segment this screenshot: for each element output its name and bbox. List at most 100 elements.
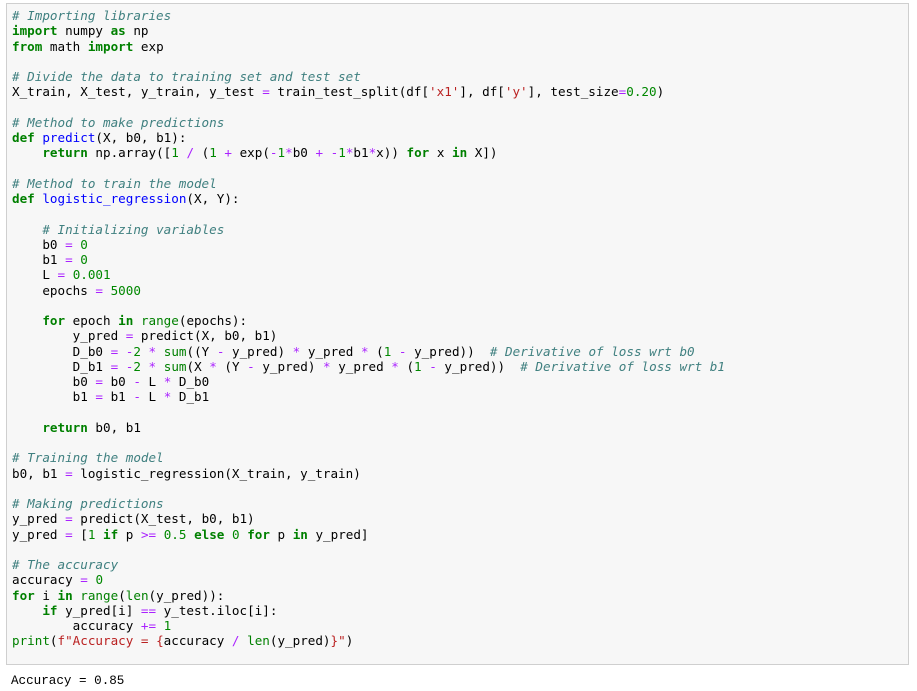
builtin-token: range [140, 313, 179, 328]
code-text: p [118, 526, 141, 542]
code-text: b0 [292, 145, 316, 161]
code-text: b0 [12, 236, 66, 252]
code-text: y_pred [12, 328, 126, 344]
operator-token: - [269, 145, 278, 161]
code-line: # Training the model [12, 450, 725, 465]
code-line: for i in range(len(y_pred)): [12, 588, 725, 603]
code-line: # Method to train the model [12, 176, 725, 191]
code-text: X_train, X_test, y_train, y_test [12, 84, 263, 100]
keyword-token: for [42, 313, 66, 328]
keyword-token: return [42, 419, 88, 435]
code-text: epoch [65, 313, 119, 328]
code-text: ], df[ [459, 84, 505, 100]
code-line: for epoch in range(epochs): [12, 313, 725, 328]
number-token: 5000 [110, 282, 141, 298]
code-line: accuracy = 0 [12, 572, 725, 587]
builtin-token: sum [163, 358, 187, 374]
code-text: (X [186, 358, 210, 374]
code-line: D_b1 = -2 * sum(X * (Y - y_pred) * y_pre… [12, 359, 725, 374]
code-text: y_test.iloc[i]: [156, 602, 278, 618]
keyword-token: return [42, 145, 88, 161]
string-token: 'y' [504, 84, 528, 100]
code-text: y_pred[i] [57, 602, 141, 618]
comment-token: # Initializing variables [42, 221, 225, 237]
code-text: x)) [376, 145, 407, 161]
operator-token: * [148, 343, 157, 359]
operator-token: >= [140, 526, 157, 542]
code-text: math [42, 38, 88, 54]
number-token: 0.20 [626, 84, 657, 100]
code-text: exp [133, 38, 164, 54]
code-line: # Making predictions [12, 496, 725, 511]
code-text: y_pred)) [436, 358, 521, 374]
keyword-token: else [194, 526, 225, 542]
string-token: }" [330, 633, 346, 649]
keyword-token: for [12, 587, 35, 603]
code-line: accuracy += 1 [12, 618, 725, 633]
number-token: 1 [171, 145, 179, 161]
code-text: ( [194, 145, 210, 161]
code-text: ( [368, 343, 384, 359]
keyword-token: if [103, 526, 119, 542]
operator-token: = [65, 465, 73, 481]
operator-token: + [224, 145, 232, 161]
code-text: epochs [12, 282, 96, 298]
code-text: np.array([ [87, 145, 172, 161]
number-token: 1 [338, 145, 346, 161]
code-line: b0 = b0 - L * D_b0 [12, 374, 725, 389]
code-editor[interactable]: # Importing libraries import numpy as np f… [12, 8, 725, 649]
operator-token: - [133, 374, 141, 389]
number-token: 2 [133, 343, 141, 359]
comment-token: # Importing libraries [12, 8, 172, 23]
code-text: exp( [231, 145, 270, 161]
code-line: ​ [12, 481, 725, 496]
code-text: predict(X, b0, b1) [133, 328, 278, 344]
comment-token: # Derivative of loss wrt b0 [489, 343, 695, 359]
code-text: (y_pred)): [148, 587, 225, 603]
operator-token: == [140, 602, 157, 618]
code-line: y_pred = predict(X_test, b0, b1) [12, 511, 725, 526]
code-text: (X, Y): [186, 191, 240, 206]
code-text: (X, b0, b1): [95, 130, 187, 145]
code-line: from math import exp [12, 39, 725, 54]
keyword-token: if [42, 602, 58, 618]
operator-token: * [391, 358, 399, 374]
keyword-token: in [292, 526, 308, 542]
code-text: b0, b1 [87, 419, 141, 435]
code-text: (epochs): [178, 313, 248, 328]
function-name-token: predict [42, 130, 96, 145]
code-line: ​ [12, 161, 725, 176]
code-text: ) [345, 633, 354, 649]
code-line: b1 = b1 - L * D_b1 [12, 389, 725, 404]
string-token: 'x1' [429, 84, 460, 100]
keyword-token: import [12, 23, 58, 39]
code-text: L [12, 267, 58, 283]
code-line: return b0, b1 [12, 420, 725, 435]
code-text: X]) [467, 145, 498, 161]
code-text: x [429, 145, 453, 161]
cell-output: Accuracy = 0.85 [11, 674, 125, 688]
builtin-token: print [12, 633, 50, 649]
code-text: p [269, 526, 293, 542]
code-text: y_pred) [254, 358, 324, 374]
code-text: b1 [12, 389, 96, 405]
code-line: ​ [12, 206, 725, 221]
operator-token: = [95, 374, 103, 389]
code-text: y_pred [330, 358, 392, 374]
code-line: L = 0.001 [12, 267, 725, 282]
code-cell-input[interactable]: # Importing libraries import numpy as np f… [6, 3, 909, 665]
code-text: np [125, 23, 149, 39]
code-line: ​ [12, 405, 725, 420]
code-text: ], test_size [527, 84, 619, 100]
code-line: epochs = 5000 [12, 283, 725, 298]
